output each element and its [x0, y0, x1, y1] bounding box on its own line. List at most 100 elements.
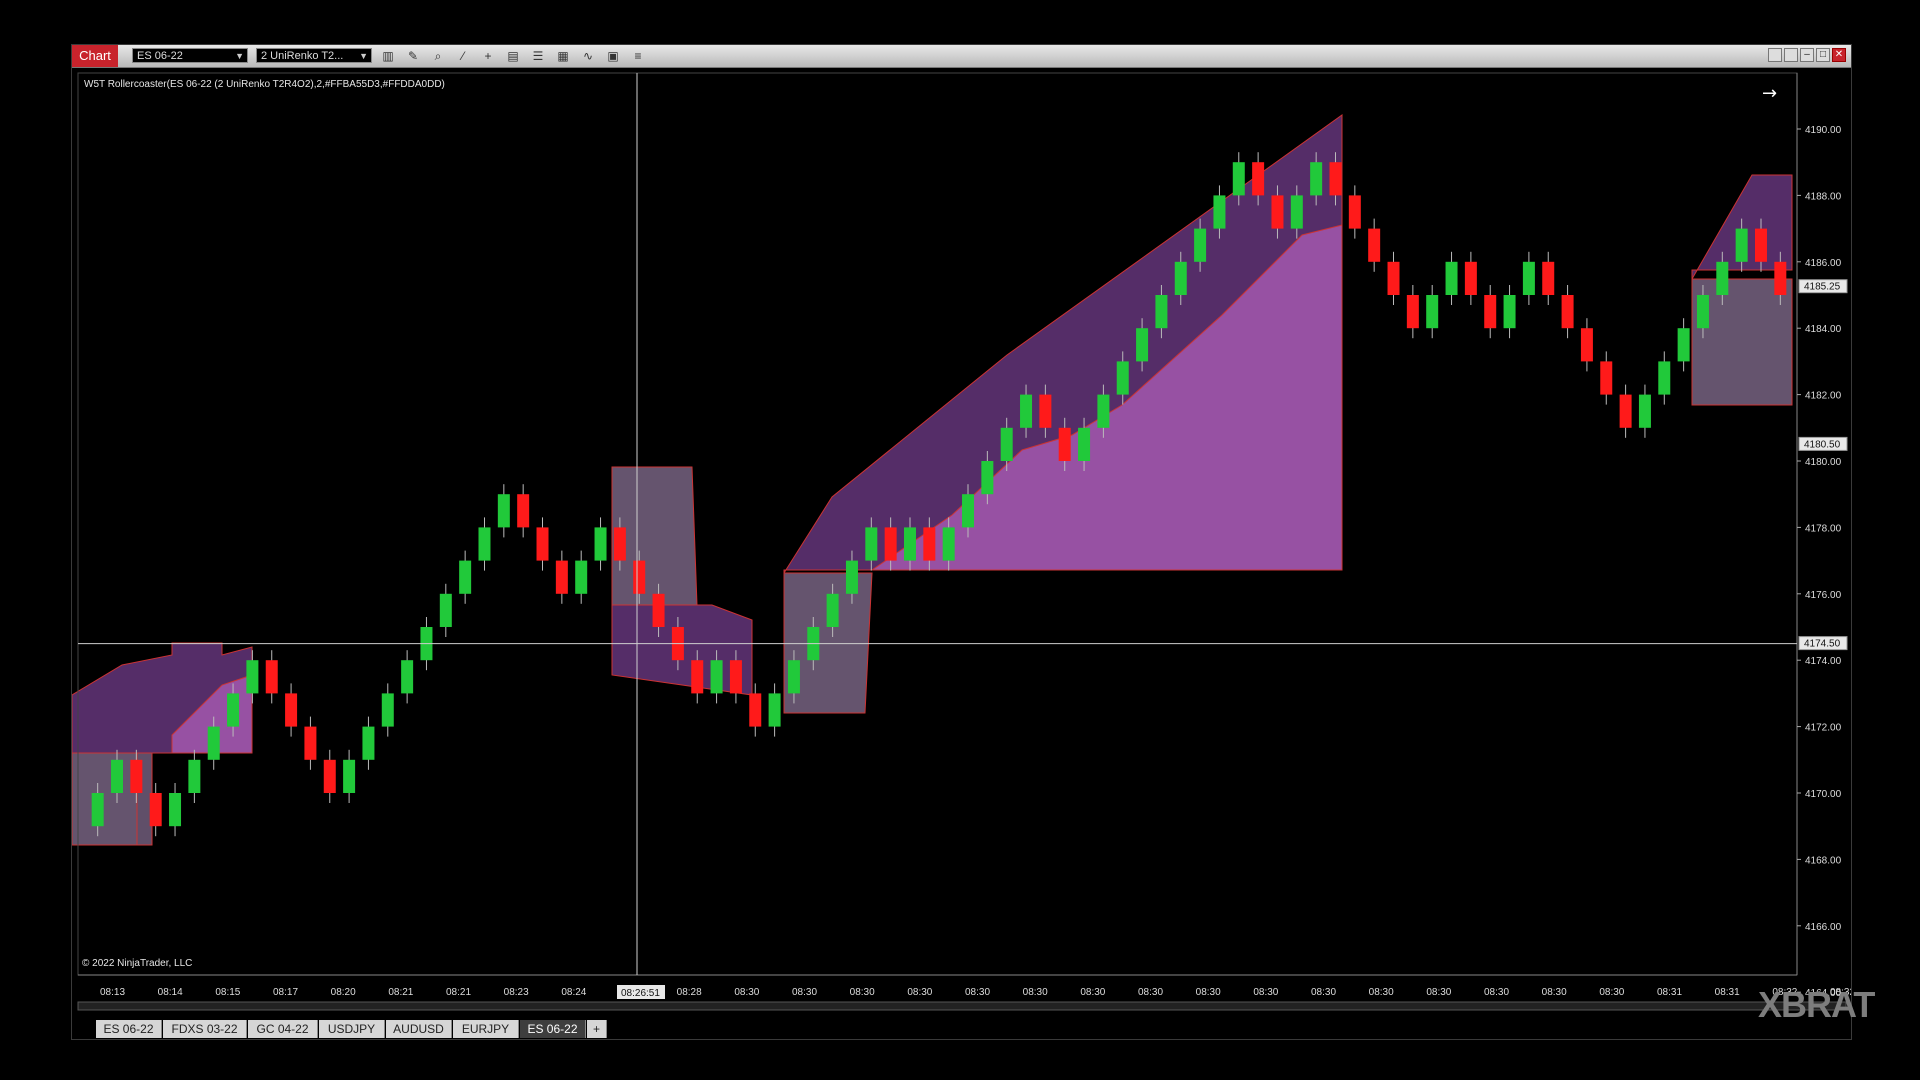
candle-body [1097, 394, 1110, 428]
time-axis-label: 08:31 [1657, 987, 1682, 998]
candle-body [1039, 394, 1052, 428]
candle-body [323, 759, 336, 793]
time-axis-label: 08:30 [1426, 987, 1451, 998]
time-axis-label: 08:30 [734, 987, 759, 998]
candle-body [188, 759, 201, 793]
crosshair-time-label: 08:26:51 [621, 988, 660, 999]
crosshair-price-label: 4174.50 [1804, 639, 1841, 650]
candle-body [1155, 295, 1168, 329]
price-axis-label: 4176.00 [1805, 590, 1842, 601]
time-axis-label: 08:23 [504, 987, 529, 998]
candle-body [1290, 195, 1303, 229]
time-axis-label: 08:30 [1369, 987, 1394, 998]
candle-body [1445, 261, 1458, 295]
candle-body [304, 726, 317, 760]
instrument-tab[interactable]: USDJPY [319, 1020, 385, 1038]
instrument-tab[interactable]: ES 06-22 [96, 1020, 162, 1038]
candle-body [1116, 361, 1129, 395]
copyright-label: © 2022 NinjaTrader, LLC [82, 958, 192, 969]
candle-body [555, 560, 568, 594]
candle-body [1232, 162, 1245, 196]
candle-body [459, 560, 472, 594]
candle-body [1426, 295, 1439, 329]
candle-body [691, 660, 704, 694]
candle-body [1213, 195, 1226, 229]
price-axis-label: 4172.00 [1805, 723, 1842, 734]
candle-body [710, 660, 723, 694]
candle-body [362, 726, 375, 760]
candle-body [749, 693, 762, 727]
candle-body [1600, 361, 1613, 395]
time-axis-label: 08:30 [1599, 987, 1624, 998]
candle-body [1406, 295, 1419, 329]
time-axis-label: 08:30 [1311, 987, 1336, 998]
candle-body [768, 693, 781, 727]
candle-body [1387, 261, 1400, 295]
instrument-tab[interactable]: AUDUSD [386, 1020, 452, 1038]
candle-body [1020, 394, 1033, 428]
candle-body [1252, 162, 1265, 196]
add-tab-button[interactable]: + [587, 1020, 607, 1038]
candle-body [285, 693, 298, 727]
time-axis-label: 08:30 [1138, 987, 1163, 998]
candle-body [1310, 162, 1323, 196]
arrow-right-icon[interactable]: → [1762, 83, 1777, 104]
instrument-tab[interactable]: ES 06-22 [520, 1020, 586, 1038]
price-chart[interactable]: 4190.00 4188.00 4186.00 4184.00 4182.00 4180.… [72, 45, 1851, 1020]
time-axis-label: 08:30 [792, 987, 817, 998]
candle-body [1136, 328, 1149, 362]
candle-body [1561, 295, 1574, 329]
candle-body [169, 793, 182, 827]
candle-body [1774, 261, 1787, 295]
candle-body [613, 527, 626, 561]
time-axis-label: 08:30 [1253, 987, 1278, 998]
candle-body [149, 793, 162, 827]
time-axis-label: 08:15 [215, 987, 240, 998]
time-axis-label: 08:30 [907, 987, 932, 998]
time-axis-label: 08:20 [331, 987, 356, 998]
time-axis-label: 08:21 [388, 987, 413, 998]
candle-body [1174, 261, 1187, 295]
candle-body [1619, 394, 1632, 428]
time-axis-label: 08:21 [446, 987, 471, 998]
candle-body [1464, 261, 1477, 295]
price-axis-label: 4170.00 [1805, 789, 1842, 800]
time-axis-label: 08:30 [1023, 987, 1048, 998]
candle-body [962, 494, 975, 528]
price-axis-label: 4180.00 [1805, 457, 1842, 468]
candle-body [826, 593, 839, 627]
candle-body [903, 527, 916, 561]
candle-body [1368, 228, 1381, 262]
candle-body [1484, 295, 1497, 329]
horizontal-scrollbar[interactable] [77, 1001, 1847, 1011]
candle-body [265, 660, 278, 694]
time-axis-label: 08:24 [561, 987, 586, 998]
candle-body [536, 527, 549, 561]
candle-body [1000, 427, 1013, 461]
price-axis-label: 4184.00 [1805, 324, 1842, 335]
candle-body [1271, 195, 1284, 229]
candle-body [130, 759, 143, 793]
instrument-tab[interactable]: EURJPY [453, 1020, 519, 1038]
candle-body [1194, 228, 1207, 262]
price-axis-label: 4166.00 [1805, 922, 1842, 933]
candle-body [729, 660, 742, 694]
candle-body [381, 693, 394, 727]
time-axis-label: 08:30 [850, 987, 875, 998]
candle-body [633, 560, 646, 594]
price-axis-label: 4178.00 [1805, 523, 1842, 534]
time-axis-label: 08:30 [1080, 987, 1105, 998]
time-axis-label: 08:13 [100, 987, 125, 998]
candle-body [207, 726, 220, 760]
candle-body [1348, 195, 1361, 229]
time-axis-label: 08:30 [965, 987, 990, 998]
candle-body [439, 593, 452, 627]
price-axis-label: 4186.00 [1805, 258, 1842, 269]
candle-body [1058, 427, 1071, 461]
candle-body [91, 793, 104, 827]
chart-window: Chart ES 06-22 ▼ 2 UniRenko T2... ▼ ▥ ✎ … [71, 44, 1852, 1040]
instrument-tab[interactable]: FDXS 03-22 [163, 1020, 247, 1038]
candle-body [1735, 228, 1748, 262]
instrument-tab[interactable]: GC 04-22 [248, 1020, 318, 1038]
price-axis-label: 4188.00 [1805, 191, 1842, 202]
